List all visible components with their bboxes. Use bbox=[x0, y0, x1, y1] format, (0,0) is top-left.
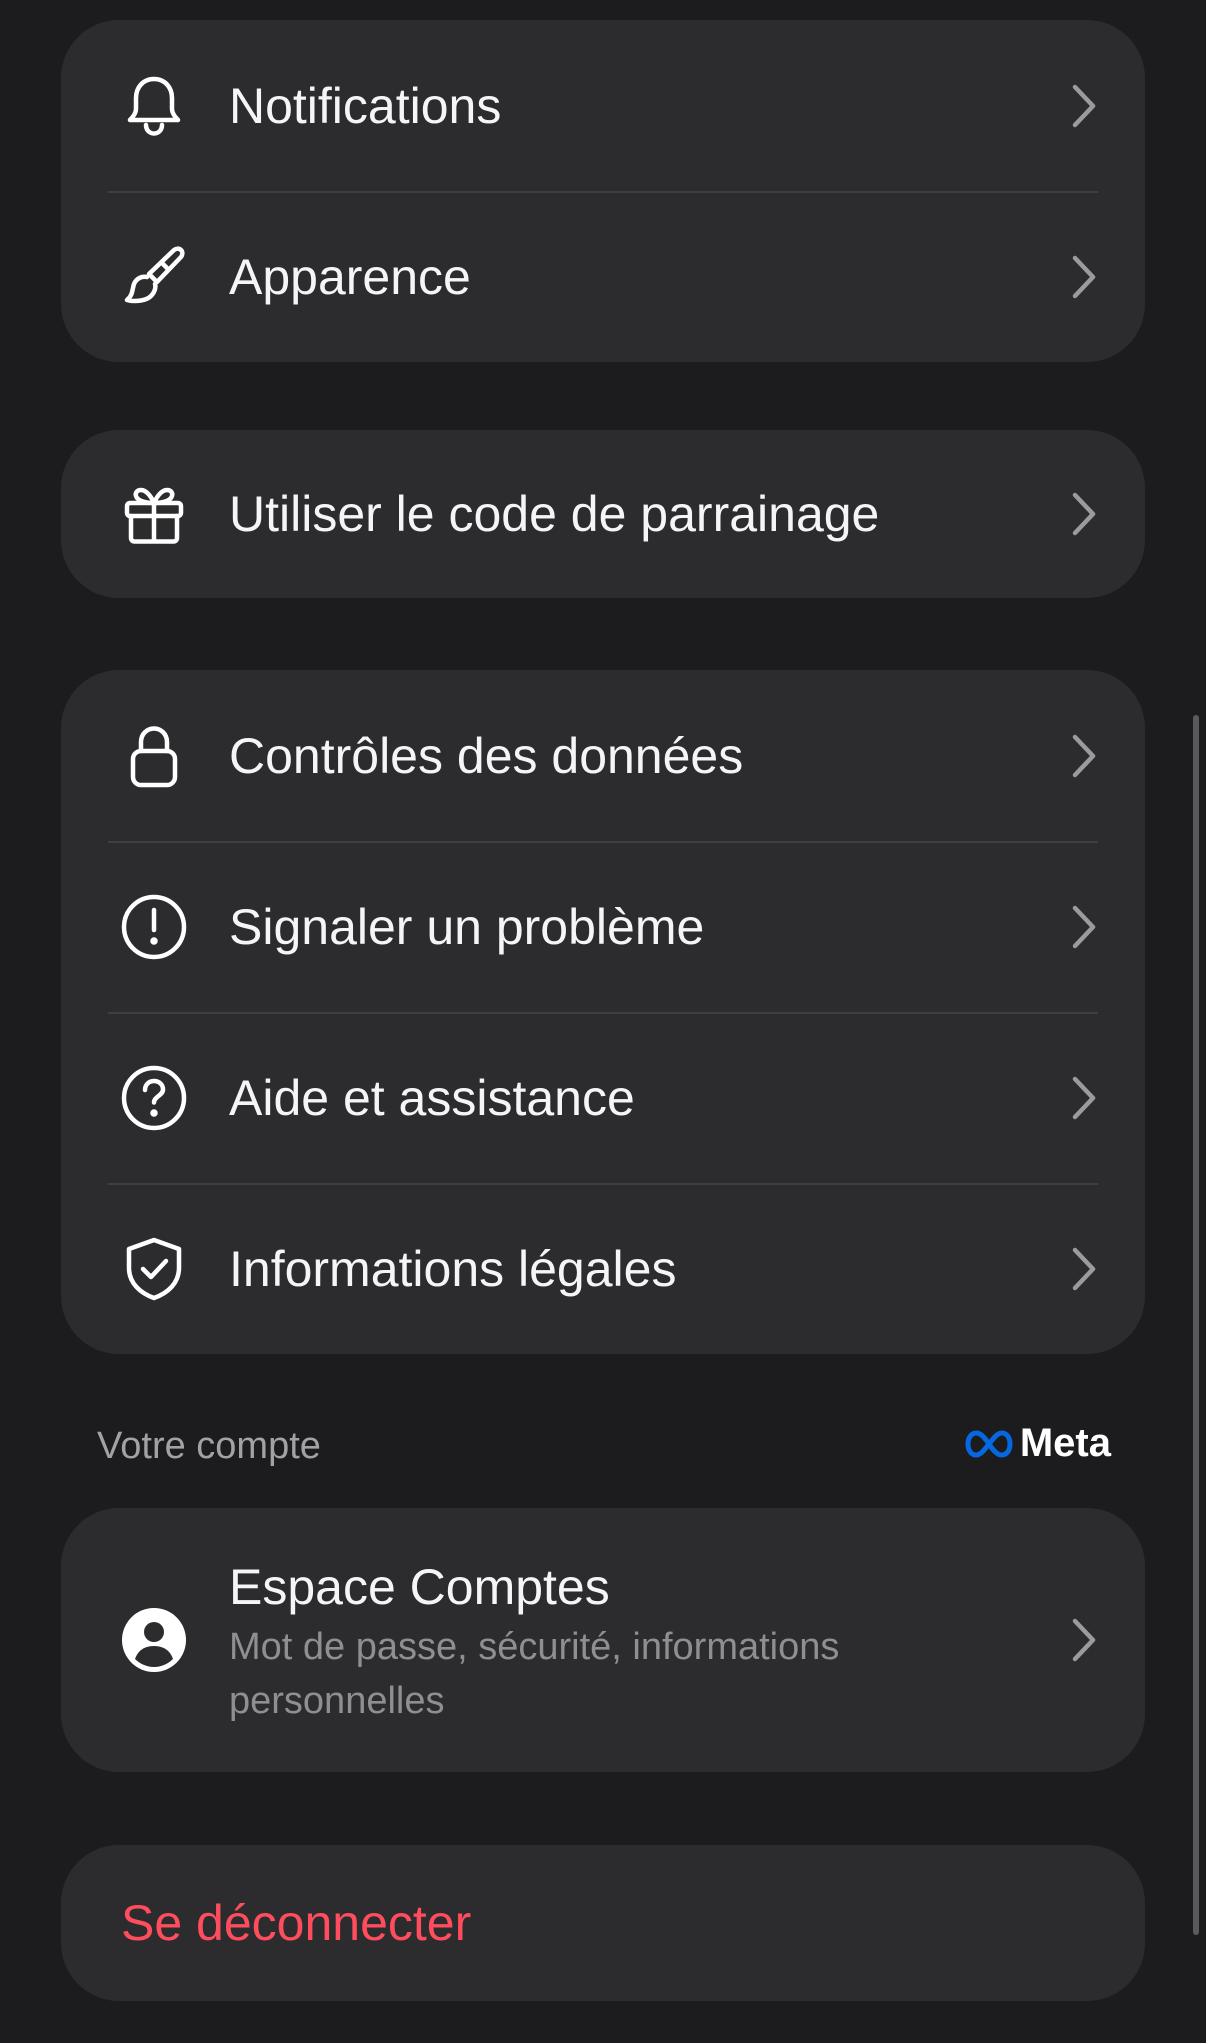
referral-code-label: Utiliser le code de parrainage bbox=[229, 486, 880, 542]
shield-check-icon bbox=[119, 1234, 189, 1304]
data-controls-label: Contrôles des données bbox=[229, 727, 744, 784]
settings-group-referral: Utiliser le code de parrainage bbox=[61, 430, 1145, 598]
chevron-right-icon bbox=[1067, 902, 1101, 952]
chevron-right-icon bbox=[1067, 731, 1101, 781]
legal-info-row[interactable]: Informations légales bbox=[61, 1183, 1145, 1354]
accounts-center-row[interactable]: Espace Comptes Mot de passe, sécurité, i… bbox=[61, 1508, 1145, 1772]
accounts-center-subtitle: Mot de passe, sécurité, informations per… bbox=[229, 1626, 840, 1722]
paintbrush-icon bbox=[119, 242, 189, 312]
notifications-row[interactable]: Notifications bbox=[61, 20, 1145, 191]
chevron-right-icon bbox=[1067, 1073, 1101, 1123]
meta-logo: Meta bbox=[964, 1421, 1111, 1466]
lock-icon bbox=[119, 721, 189, 791]
section-label-your-account: Votre compte bbox=[97, 1425, 321, 1467]
scrollbar[interactable] bbox=[1193, 715, 1199, 1935]
bell-icon bbox=[119, 71, 189, 141]
chevron-right-icon bbox=[1067, 252, 1101, 302]
settings-group-data-support: Contrôles des données Signaler un problè… bbox=[61, 670, 1145, 1354]
gift-icon bbox=[119, 479, 189, 549]
logout-button[interactable]: Se déconnecter bbox=[61, 1845, 1145, 2001]
settings-group-general: Notifications Apparence bbox=[61, 20, 1145, 362]
help-support-label: Aide et assistance bbox=[229, 1069, 635, 1126]
chevron-right-icon bbox=[1067, 81, 1101, 131]
chevron-right-icon bbox=[1067, 1244, 1101, 1294]
chevron-right-icon bbox=[1067, 489, 1101, 539]
accounts-center-title: Espace Comptes bbox=[229, 1559, 610, 1615]
data-controls-row[interactable]: Contrôles des données bbox=[61, 670, 1145, 841]
help-support-row[interactable]: Aide et assistance bbox=[61, 1012, 1145, 1183]
meta-infinity-icon bbox=[965, 1430, 1013, 1457]
account-group: Espace Comptes Mot de passe, sécurité, i… bbox=[61, 1508, 1145, 1772]
appearance-label: Apparence bbox=[229, 248, 471, 305]
meta-logo-text: Meta bbox=[1019, 1421, 1111, 1465]
person-circle-icon bbox=[119, 1605, 189, 1675]
notifications-label: Notifications bbox=[229, 77, 502, 134]
exclamation-circle-icon bbox=[119, 892, 189, 962]
question-circle-icon bbox=[119, 1063, 189, 1133]
report-problem-row[interactable]: Signaler un problème bbox=[61, 841, 1145, 1012]
referral-code-row[interactable]: Utiliser le code de parrainage bbox=[61, 430, 1145, 598]
appearance-row[interactable]: Apparence bbox=[61, 191, 1145, 362]
chevron-right-icon bbox=[1067, 1615, 1101, 1665]
logout-label: Se déconnecter bbox=[121, 1895, 472, 1951]
report-problem-label: Signaler un problème bbox=[229, 898, 705, 955]
logout-group: Se déconnecter bbox=[61, 1845, 1145, 2001]
legal-info-label: Informations légales bbox=[229, 1240, 677, 1297]
